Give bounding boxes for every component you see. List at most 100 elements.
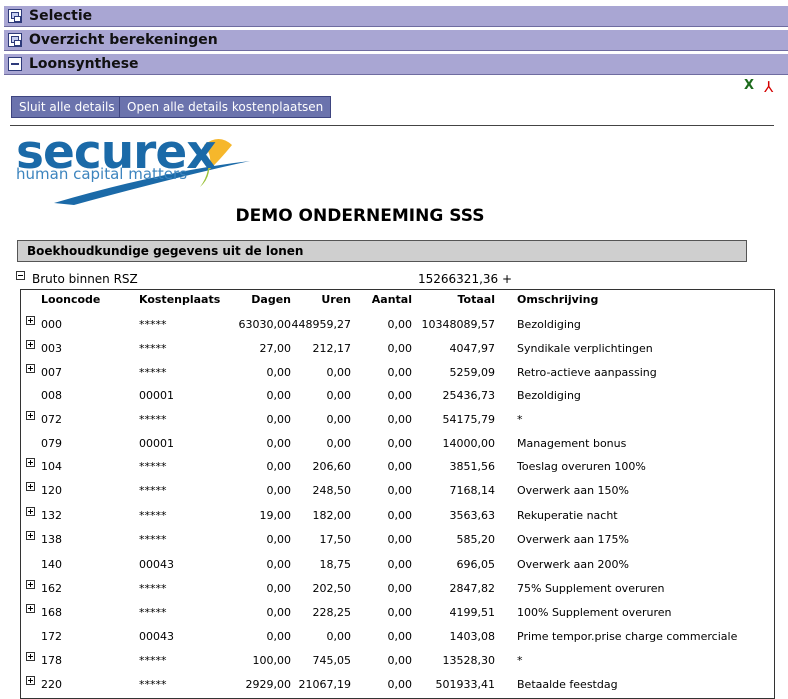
- cell-quantity: 0,00: [387, 678, 413, 691]
- cell-description: Retro-actieve aanpassing: [517, 366, 657, 379]
- panel-overzicht-berekeningen[interactable]: Overzicht berekeningen: [4, 29, 788, 51]
- cell-quantity: 0,00: [387, 389, 413, 402]
- expand-icon[interactable]: [26, 676, 35, 685]
- cell-quantity: 0,00: [387, 654, 413, 667]
- cell-total: 2847,82: [449, 582, 496, 595]
- expand-icon[interactable]: [26, 604, 35, 613]
- cell-hours: 182,00: [312, 509, 352, 522]
- cell-cost-center: 00043: [139, 630, 174, 643]
- col-header-omschrijving: Omschrijving: [517, 293, 599, 306]
- expand-icon[interactable]: [26, 411, 35, 420]
- cell-hours: 248,50: [312, 484, 352, 497]
- cell-quantity: 0,00: [387, 484, 413, 497]
- cell-description: Management bonus: [517, 437, 627, 450]
- cell-cost-center: 00001: [139, 437, 174, 450]
- table-row: 140 00043 0,00 18,75 0,00 696,05 Overwerk aan …: [21, 556, 774, 574]
- cell-quantity: 0,00: [387, 460, 413, 473]
- table-row[interactable]: 007 ***** 0,00 0,00 0,00 5259,09 Retro-actieve…: [21, 364, 774, 382]
- expand-icon[interactable]: [26, 507, 35, 516]
- panel-selectie[interactable]: Selectie: [4, 5, 788, 27]
- securex-logo: securex human capital matters: [14, 125, 254, 205]
- cell-hours: 17,50: [319, 533, 352, 546]
- cell-description: Overwerk aan 200%: [517, 558, 630, 571]
- cell-code: 007: [41, 366, 62, 379]
- minimize-icon[interactable]: [8, 57, 22, 71]
- cell-cost-center: *****: [139, 606, 167, 619]
- collapse-icon[interactable]: [16, 271, 25, 280]
- cell-code: 104: [41, 460, 62, 473]
- expand-icon[interactable]: [26, 652, 35, 661]
- cell-total: 501933,41: [435, 678, 496, 691]
- table-row[interactable]: 168 ***** 0,00 228,25 0,00 4199,51 100% Supple…: [21, 604, 774, 622]
- section-header: Boekhoudkundige gegevens uit de lonen: [17, 240, 747, 262]
- panel-title: Selectie: [29, 8, 93, 24]
- table-row[interactable]: 132 ***** 19,00 182,00 0,00 3563,63 Rekuperati…: [21, 507, 774, 525]
- expand-icon[interactable]: [26, 316, 35, 325]
- pdf-icon[interactable]: ⅄: [764, 78, 782, 96]
- table-row[interactable]: 138 ***** 0,00 17,50 0,00 585,20 Overwerk aan …: [21, 531, 774, 549]
- col-header-aantal: Aantal: [371, 293, 412, 306]
- panel-loonsynthese[interactable]: Loonsynthese: [4, 53, 788, 75]
- group-bruto-binnen-rsz: Bruto binnen RSZ 15266321,36 +: [16, 270, 516, 286]
- excel-icon[interactable]: X: [744, 78, 760, 94]
- restore-window-icon[interactable]: [8, 33, 22, 47]
- close-all-details-button[interactable]: Sluit alle details: [11, 96, 123, 118]
- table-row[interactable]: 072 ***** 0,00 0,00 0,00 54175,79 *: [21, 411, 774, 429]
- group-label: Bruto binnen RSZ: [32, 272, 138, 286]
- expand-icon[interactable]: [26, 580, 35, 589]
- cell-hours: 0,00: [326, 413, 352, 426]
- expand-icon[interactable]: [26, 458, 35, 467]
- table-row[interactable]: 120 ***** 0,00 248,50 0,00 7168,14 Overwerk aa…: [21, 482, 774, 500]
- table-row[interactable]: 162 ***** 0,00 202,50 0,00 2847,82 75% Supplem…: [21, 580, 774, 598]
- expand-icon[interactable]: [26, 482, 35, 491]
- cell-cost-center: 00043: [139, 558, 174, 571]
- cell-hours: 21067,19: [298, 678, 352, 691]
- cell-code: 132: [41, 509, 62, 522]
- cell-code: 220: [41, 678, 62, 691]
- cell-code: 178: [41, 654, 62, 667]
- cell-cost-center: *****: [139, 582, 167, 595]
- cell-total: 14000,00: [442, 437, 496, 450]
- cell-code: 120: [41, 484, 62, 497]
- panel-title: Loonsynthese: [29, 56, 139, 72]
- cell-description: *: [517, 654, 523, 667]
- cell-code: 138: [41, 533, 62, 546]
- cell-description: Bezoldiging: [517, 318, 581, 331]
- cell-hours: 0,00: [326, 389, 352, 402]
- table-row[interactable]: 003 ***** 27,00 212,17 0,00 4047,97 Syndikale …: [21, 340, 774, 358]
- col-header-totaal: Totaal: [457, 293, 495, 306]
- cell-cost-center: *****: [139, 509, 167, 522]
- cell-total: 3851,56: [449, 460, 496, 473]
- cell-code: 140: [41, 558, 62, 571]
- cell-cost-center: *****: [139, 342, 167, 355]
- table-row[interactable]: 178 ***** 100,00 745,05 0,00 13528,30 *: [21, 652, 774, 670]
- cell-quantity: 0,00: [387, 413, 413, 426]
- cell-total: 7168,14: [449, 484, 496, 497]
- cell-total: 1403,08: [449, 630, 496, 643]
- expand-icon[interactable]: [26, 531, 35, 540]
- expand-icon[interactable]: [26, 340, 35, 349]
- col-header-looncode: Looncode: [41, 293, 101, 306]
- expand-icon[interactable]: [26, 364, 35, 373]
- cell-description: Syndikale verplichtingen: [517, 342, 653, 355]
- cell-total: 4047,97: [449, 342, 496, 355]
- logo-tagline: human capital matters: [16, 165, 188, 183]
- table-row[interactable]: 104 ***** 0,00 206,60 0,00 3851,56 Toeslag ove…: [21, 458, 774, 476]
- panel-title: Overzicht berekeningen: [29, 32, 218, 48]
- cell-cost-center: *****: [139, 484, 167, 497]
- cell-code: 008: [41, 389, 62, 402]
- payroll-table: Looncode Kostenplaats Dagen Uren Aantal …: [20, 289, 775, 699]
- cell-code: 172: [41, 630, 62, 643]
- cell-total: 5259,09: [449, 366, 496, 379]
- cell-description: Toeslag overuren 100%: [517, 460, 646, 473]
- open-all-cost-centers-button[interactable]: Open alle details kostenplaatsen: [119, 96, 332, 118]
- table-row[interactable]: 220 ***** 2929,00 21067,19 0,00 501933,41 Beta…: [21, 676, 774, 694]
- cell-description: 100% Supplement overuren: [517, 606, 672, 619]
- cell-hours: 18,75: [319, 558, 352, 571]
- restore-window-icon[interactable]: [8, 9, 22, 23]
- cell-hours: 206,60: [312, 460, 352, 473]
- cell-code: 000: [41, 318, 62, 331]
- cell-description: Prime tempor.prise charge commerciale: [517, 630, 738, 643]
- cell-hours: 212,17: [312, 342, 352, 355]
- table-row[interactable]: 000 ***** 63030,00 448959,27 0,00 10348089,57…: [21, 316, 774, 334]
